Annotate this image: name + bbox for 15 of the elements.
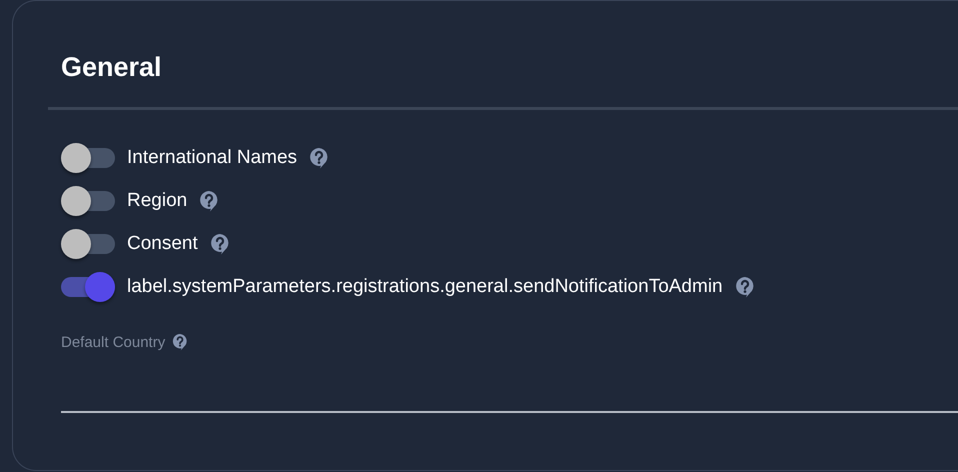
toggle-switch[interactable] <box>61 228 115 260</box>
toggle-switch[interactable] <box>61 185 115 217</box>
toggle-label: Consent <box>127 233 198 255</box>
field-label: Default Country <box>61 334 166 350</box>
toggle-switch[interactable] <box>61 271 115 303</box>
toggle-label: International Names <box>127 147 298 169</box>
help-icon[interactable] <box>309 147 330 169</box>
help-icon[interactable] <box>199 190 220 212</box>
toggle-label: Region <box>127 190 188 212</box>
toggle-switch[interactable] <box>61 142 115 174</box>
toggle-label: label.systemParameters.registrations.general.sendNotificationToAdmin <box>127 276 723 298</box>
help-icon[interactable] <box>210 233 230 255</box>
help-icon[interactable] <box>734 276 755 298</box>
help-icon[interactable] <box>172 333 188 351</box>
section-title: General <box>61 51 163 84</box>
